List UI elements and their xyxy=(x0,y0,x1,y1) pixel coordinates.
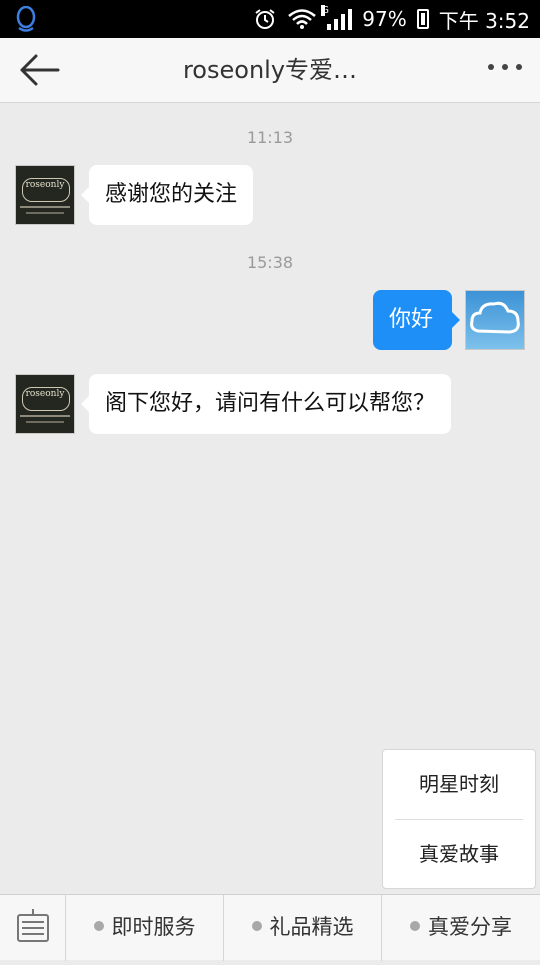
more-options-icon[interactable] xyxy=(488,64,522,70)
menu-tab-label: 真爱分享 xyxy=(428,915,512,939)
battery-icon xyxy=(416,9,429,29)
message-bubble[interactable]: 阁下您好，请问有什么可以帮您？ xyxy=(80,374,452,434)
menu-tab-gift-selection[interactable]: 礼品精选 xyxy=(224,895,382,961)
submenu-item-star-moments[interactable]: 明星时刻 xyxy=(383,750,535,819)
alarm-icon xyxy=(255,9,275,29)
back-arrow-icon[interactable] xyxy=(18,52,62,88)
submenu-item-love-stories[interactable]: 真爱故事 xyxy=(383,820,535,889)
status-bar: G 97% 下午 3:52 xyxy=(0,0,540,38)
cell-signal-icon: G xyxy=(321,5,353,30)
chat-title: roseonly专爱… xyxy=(182,56,358,84)
menu-tab-label: 礼品精选 xyxy=(269,915,354,939)
roseonly-avatar[interactable]: roseonly xyxy=(15,165,75,225)
keyboard-icon xyxy=(17,909,49,942)
cloud-icon xyxy=(470,301,520,334)
message-bubble[interactable]: 感谢您的关注 xyxy=(80,165,254,225)
menu-tab-instant-service[interactable]: 即时服务 xyxy=(66,895,224,961)
avatar-brand-text: roseonly xyxy=(25,389,65,399)
avatar-brand-text: roseonly xyxy=(25,180,65,190)
timestamp: 11:13 xyxy=(246,128,294,147)
submenu-popup: 明星时刻 真爱故事 xyxy=(382,749,536,889)
battery-percent: 97% xyxy=(362,7,407,31)
keyboard-toggle-button[interactable] xyxy=(0,895,66,961)
roseonly-avatar[interactable]: roseonly xyxy=(15,374,75,434)
message-bubble-own[interactable]: 你好 xyxy=(373,290,460,350)
network-type: G xyxy=(321,5,330,16)
menu-tab-label: 即时服务 xyxy=(111,915,196,939)
qq-icon xyxy=(16,6,36,32)
timestamp: 15:38 xyxy=(246,253,294,272)
menu-tab-love-share[interactable]: 真爱分享 xyxy=(382,895,540,961)
title-bar: roseonly专爱… xyxy=(0,38,540,103)
wifi-icon xyxy=(288,9,317,29)
clock: 下午 3:52 xyxy=(438,8,530,33)
bottom-menu-bar: 即时服务 礼品精选 真爱分享 xyxy=(0,894,540,961)
user-avatar[interactable] xyxy=(465,290,525,350)
